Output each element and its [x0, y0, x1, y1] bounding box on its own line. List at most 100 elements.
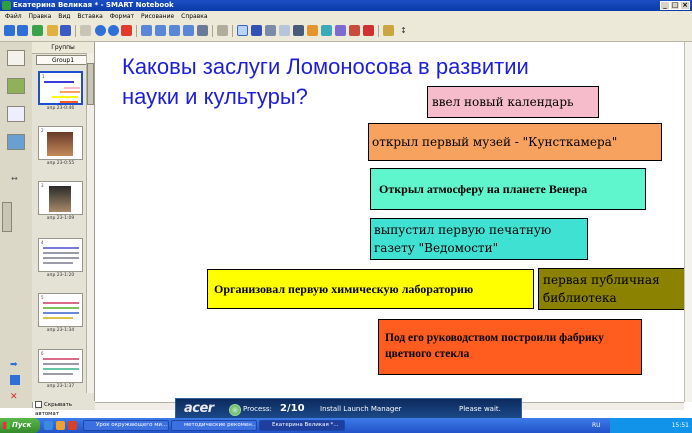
open-folder-icon[interactable]	[47, 25, 58, 36]
text-color-icon[interactable]	[363, 25, 374, 36]
arrow-up-icon[interactable]: ➡	[10, 360, 18, 370]
delete-icon[interactable]	[121, 25, 132, 36]
answer-newspaper[interactable]: выпустил первую печатную газету "Ведомос…	[370, 218, 588, 260]
select-pointer-icon[interactable]	[237, 25, 248, 36]
thumbnail-line	[43, 373, 73, 375]
auto-hide-row[interactable]: Скрывать автомат	[35, 401, 95, 417]
thumbnail-line	[43, 302, 79, 304]
page-thumbnail[interactable]: 2	[38, 126, 83, 160]
gallery-tab-icon[interactable]	[7, 78, 25, 94]
undo-icon[interactable]	[95, 25, 106, 36]
portrait-image	[47, 132, 73, 156]
thumbnail-line	[52, 96, 78, 98]
menu-file[interactable]: Файл	[5, 13, 22, 20]
page-thumbnail[interactable]: 5	[38, 293, 83, 327]
add-page-icon[interactable]	[32, 25, 43, 36]
answer-chem-lab[interactable]: Организовал первую химическую лаборатори…	[207, 269, 534, 309]
quicklaunch-ie-icon[interactable]	[44, 421, 53, 430]
quicklaunch-folder-icon[interactable]	[56, 421, 65, 430]
paste-icon[interactable]	[80, 25, 91, 36]
taskbar-task-1[interactable]: Урок окружающего ми...	[83, 420, 169, 431]
thumbnail-line	[43, 363, 79, 365]
page-number: 5	[41, 295, 44, 300]
properties-icon[interactable]	[383, 25, 394, 36]
taskbar-task-3[interactable]: Екатерина Великая *...	[259, 420, 345, 431]
toolbar-separator	[232, 25, 233, 37]
process-count: 2/10	[280, 403, 305, 414]
windows-logo-icon	[3, 421, 10, 429]
close-button[interactable]: ×	[680, 1, 690, 10]
page-thumbnail[interactable]: 1	[38, 71, 83, 105]
page-number: 3	[41, 183, 44, 188]
answer-calendar[interactable]: ввел новый календарь	[427, 86, 599, 118]
start-button[interactable]: Пуск	[0, 418, 40, 433]
page-thumbnail[interactable]: 3	[38, 181, 83, 215]
sidebar-grip-icon[interactable]	[2, 202, 12, 232]
process-label: Process:	[243, 405, 272, 413]
thumbnail-label: апр 23-1:37	[46, 384, 75, 389]
page-sorter-tab-icon[interactable]	[7, 50, 25, 66]
quicklaunch-media-icon[interactable]	[68, 421, 77, 430]
app-icon	[2, 1, 11, 10]
auto-hide-checkbox[interactable]	[35, 401, 42, 408]
menu-view[interactable]: Вид	[58, 13, 70, 20]
magic-pen-icon[interactable]	[321, 25, 332, 36]
pen-icon[interactable]	[251, 25, 262, 36]
answer-glass-factory[interactable]: Под его руководством построили фабрику ц…	[378, 319, 642, 375]
answer-venus[interactable]: Открыл атмосферу на планете Венера	[370, 168, 646, 210]
attachments-tab-icon[interactable]	[7, 106, 25, 122]
redo-icon[interactable]	[108, 25, 119, 36]
answer-museum[interactable]: открыл первый музей - "Кунсткамера"	[368, 123, 662, 161]
document-camera-icon[interactable]	[197, 25, 208, 36]
title-bar: Екатерина Великая * - SMART Notebook _ □…	[0, 0, 692, 11]
menu-insert[interactable]: Вставка	[77, 13, 102, 20]
save-icon[interactable]	[60, 25, 71, 36]
creative-pen-icon[interactable]	[265, 25, 276, 36]
properties-tab-icon[interactable]	[7, 134, 25, 150]
language-indicator[interactable]: RU	[592, 418, 601, 433]
thumbnail-label: апр 23-0:46	[46, 106, 75, 111]
back-icon[interactable]	[4, 25, 15, 36]
forward-icon[interactable]	[17, 25, 28, 36]
arrow-move-icon[interactable]	[10, 375, 20, 385]
page-thumbnail[interactable]: 6	[38, 349, 83, 383]
page-thumbnail[interactable]: 4	[38, 238, 83, 272]
eraser-icon[interactable]	[279, 25, 290, 36]
group-selector[interactable]: Group1	[36, 55, 90, 65]
start-label: Пуск	[12, 421, 32, 429]
table-icon[interactable]	[217, 25, 228, 36]
thumbnail-line	[43, 358, 79, 360]
slide-question-line-1: Каковы заслуги Ломоносова в развитии	[122, 54, 529, 79]
answer-library[interactable]: первая публичная библиотека	[538, 268, 685, 310]
thumbnail-line	[43, 262, 73, 264]
portrait-image	[49, 186, 71, 212]
toolbar-separator	[136, 25, 137, 37]
delete-red-icon[interactable]: ✕	[10, 392, 18, 402]
clock[interactable]: 15:51	[672, 422, 689, 429]
shapes-icon[interactable]	[307, 25, 318, 36]
screen-shade-icon[interactable]	[141, 25, 152, 36]
fill-icon[interactable]	[335, 25, 346, 36]
line-icon[interactable]	[293, 25, 304, 36]
menu-format[interactable]: Формат	[110, 13, 134, 20]
sorter-scrollbar[interactable]	[86, 53, 94, 393]
menu-edit[interactable]: Правка	[29, 13, 52, 20]
toolbar-move-icon[interactable]: ↕	[398, 25, 409, 36]
menu-bar: Файл Правка Вид Вставка Формат Рисование…	[0, 11, 692, 22]
dual-page-icon[interactable]	[169, 25, 180, 36]
canvas-vertical-scrollbar[interactable]	[684, 42, 692, 402]
text-icon[interactable]	[349, 25, 360, 36]
move-sidebar-icon[interactable]: ↔	[11, 174, 18, 183]
thumbnail-line	[60, 101, 78, 103]
maximize-button[interactable]: □	[670, 1, 680, 10]
process-status: Please wait.	[459, 405, 501, 413]
menu-draw[interactable]: Рисование	[141, 13, 174, 20]
minimize-button[interactable]: _	[660, 1, 670, 10]
capture-icon[interactable]	[183, 25, 194, 36]
groups-header[interactable]: Группы	[32, 42, 94, 54]
taskbar-task-2[interactable]: методические рекомен...	[171, 420, 257, 431]
menu-help[interactable]: Справка	[181, 13, 207, 20]
sorter-scroll-thumb[interactable]	[87, 63, 94, 105]
full-screen-icon[interactable]	[155, 25, 166, 36]
taskbar: Пуск Урок окружающего ми... методические…	[0, 418, 692, 433]
